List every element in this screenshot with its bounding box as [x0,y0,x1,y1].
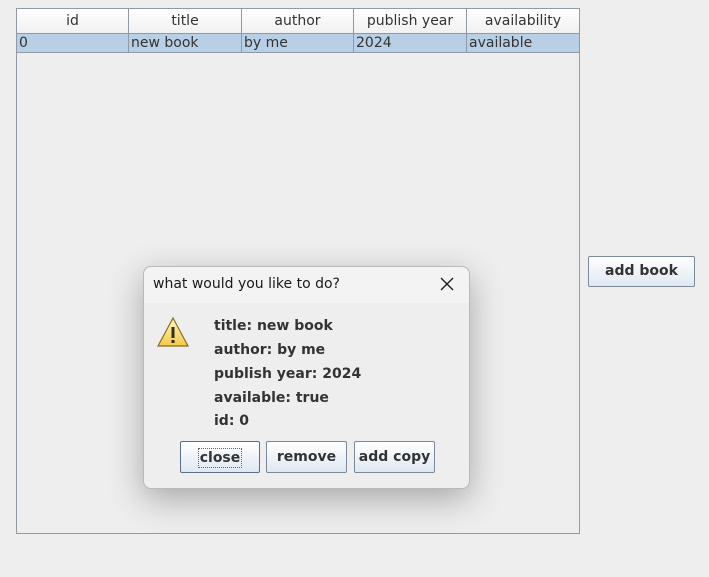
dialog-line-title: title: new book [214,318,333,334]
remove-button[interactable]: remove [266,441,347,473]
book-options-dialog: what would you like to do? title: new bo… [143,266,470,489]
add-book-button[interactable]: add book [588,256,695,287]
dialog-line-available: available: true [214,390,329,406]
close-icon[interactable] [439,276,455,292]
table-header: id title author publish year availabilit… [17,9,579,34]
dialog-title: what would you like to do? [153,276,340,292]
warning-icon [157,316,189,347]
close-button[interactable]: close [180,441,260,473]
dialog-line-id: id: 0 [214,413,250,429]
cell-author[interactable]: by me [242,34,354,53]
cell-availability[interactable]: available [467,34,579,53]
add-copy-button[interactable]: add copy [354,441,435,473]
dialog-line-author: author: by me [214,342,326,358]
table-row[interactable]: 0 new book by me 2024 available [17,34,579,53]
column-header-publish-year[interactable]: publish year [354,9,467,34]
column-header-author[interactable]: author [242,9,354,34]
library-app-window: id title author publish year availabilit… [0,0,709,577]
close-button-label: close [197,448,243,468]
column-header-title[interactable]: title [129,9,242,34]
dialog-line-publish-year: publish year: 2024 [214,366,362,382]
cell-title[interactable]: new book [129,34,242,53]
cell-publish-year[interactable]: 2024 [354,34,467,53]
column-header-id[interactable]: id [17,9,129,34]
cell-id[interactable]: 0 [17,34,129,53]
column-header-availability[interactable]: availability [467,9,579,34]
dialog-titlebar[interactable]: what would you like to do? [144,267,469,303]
